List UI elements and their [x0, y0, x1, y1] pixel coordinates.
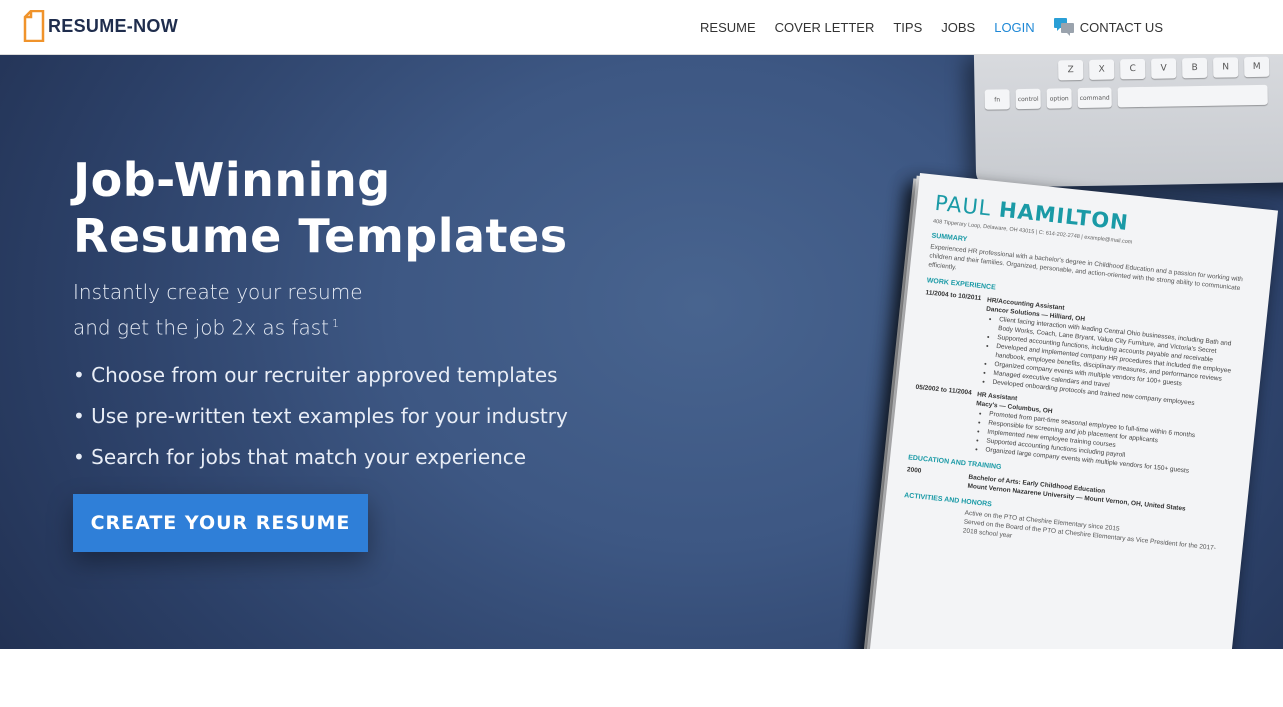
- site-header: RESUME-NOW RESUME COVER LETTER TIPS JOBS…: [0, 0, 1283, 55]
- main-nav: RESUME COVER LETTER TIPS JOBS LOGIN CONT…: [681, 0, 1163, 54]
- nav-jobs[interactable]: JOBS: [941, 20, 975, 35]
- key: M: [1244, 56, 1270, 78]
- logo-text: RESUME-NOW: [48, 15, 178, 36]
- feature-item: • Use pre-written text examples for your…: [73, 404, 568, 428]
- key: Z: [1058, 59, 1084, 81]
- key: N: [1213, 57, 1239, 78]
- key: X: [1089, 59, 1115, 80]
- resume-edu-year: 2000: [906, 466, 922, 475]
- feature-text: Use pre-written text examples for your i…: [91, 404, 568, 428]
- subtitle-line-2: and get the job 2x as fast: [73, 315, 330, 340]
- key: command: [1077, 87, 1112, 109]
- spacebar-key: [1117, 84, 1268, 108]
- nav-contact-us[interactable]: CONTACT US: [1053, 18, 1163, 36]
- resume-sheet: PAUL HAMILTON 408 Tipperary Loop, Delawa…: [868, 173, 1279, 649]
- hero-headline: Job-Winning Resume Templates: [73, 152, 568, 264]
- hero-banner: Z X C V B N M fn control option command …: [0, 55, 1283, 649]
- hero-subtitle: Instantly create your resume and get the…: [73, 277, 363, 344]
- keyboard-image: Z X C V B N M fn control option command: [973, 55, 1283, 188]
- subtitle-line-1: Instantly create your resume: [73, 280, 363, 304]
- chat-icon: [1053, 18, 1074, 36]
- keyboard-row-letters: Z X C V B N M: [1058, 56, 1270, 81]
- key: fn: [984, 89, 1010, 110]
- nav-contact-us-label: CONTACT US: [1079, 19, 1163, 35]
- create-resume-button[interactable]: CREATE YOUR RESUME: [73, 494, 368, 552]
- resume-preview-image: PAUL HAMILTON 408 Tipperary Loop, Delawa…: [862, 173, 1283, 649]
- resume-job-dates: 11/2004 to 10/2011: [925, 289, 982, 303]
- logo[interactable]: RESUME-NOW: [23, 9, 178, 43]
- keyboard-row-modifiers: fn control option command: [984, 84, 1268, 110]
- feature-text: Search for jobs that match your experien…: [91, 445, 527, 469]
- nav-login[interactable]: LOGIN: [994, 20, 1034, 35]
- resume-job-dates: 05/2002 to 11/2004: [915, 383, 973, 397]
- key: V: [1151, 58, 1177, 79]
- headline-line-1: Job-Winning: [73, 153, 391, 207]
- feature-text: Choose from our recruiter approved templ…: [91, 363, 558, 387]
- key: C: [1120, 58, 1146, 80]
- key: B: [1182, 57, 1208, 79]
- headline-line-2: Resume Templates: [73, 209, 568, 263]
- key: control: [1015, 88, 1041, 110]
- page-body-start: [0, 649, 1283, 707]
- resume-first-name: PAUL: [933, 190, 993, 221]
- nav-cover-letter[interactable]: COVER LETTER: [775, 20, 875, 35]
- feature-item: • Choose from our recruiter approved tem…: [73, 363, 558, 387]
- nav-tips[interactable]: TIPS: [893, 20, 922, 35]
- key: option: [1046, 88, 1072, 109]
- logo-icon: [23, 9, 45, 43]
- nav-resume[interactable]: RESUME: [700, 20, 756, 35]
- feature-item: • Search for jobs that match your experi…: [73, 445, 527, 469]
- footnote-marker[interactable]: 1: [332, 317, 339, 330]
- feature-list: • Choose from our recruiter approved tem…: [73, 355, 568, 478]
